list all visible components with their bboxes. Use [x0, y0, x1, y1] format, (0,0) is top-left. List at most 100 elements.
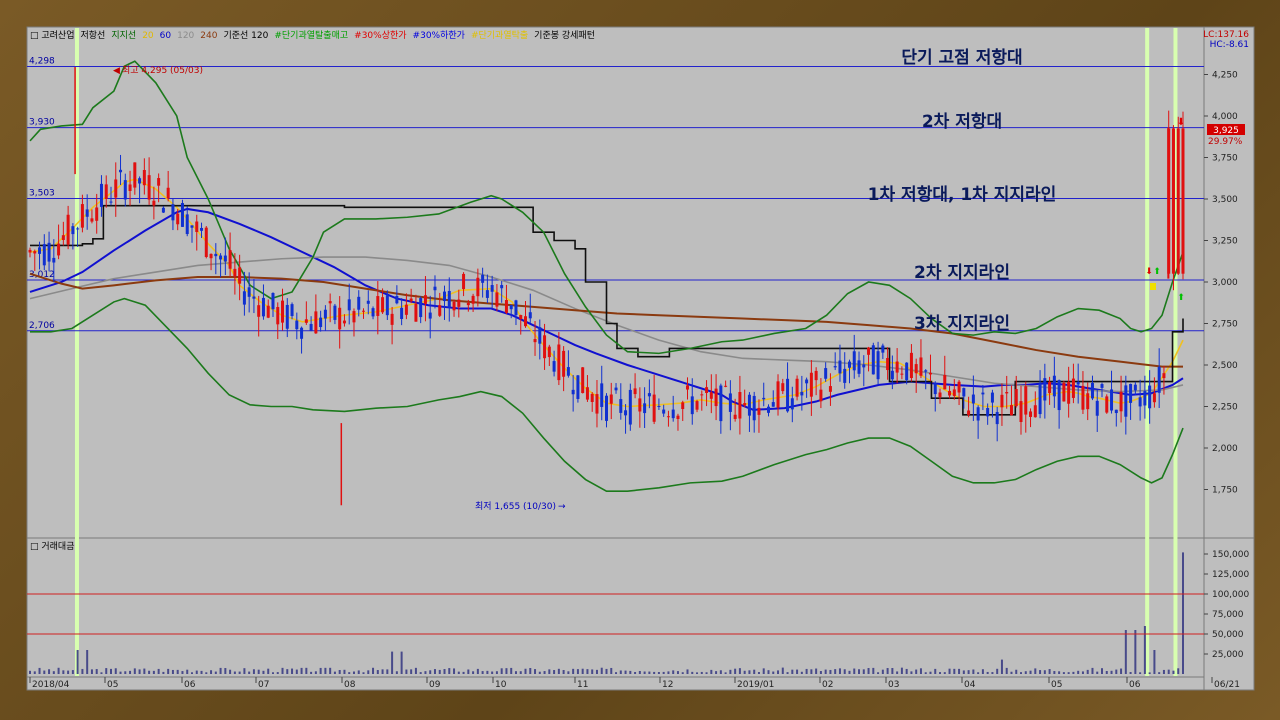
- volume-bar: [696, 672, 699, 674]
- current-price-value: 3,925: [1213, 126, 1239, 136]
- level-line-label: 3,503: [29, 189, 55, 199]
- volume-bar: [619, 670, 622, 674]
- volume-bar: [657, 672, 660, 674]
- candle-body: [862, 364, 866, 368]
- volume-bar: [495, 671, 498, 674]
- hc-value: HC:-8.61: [1210, 40, 1249, 50]
- candle-body: [905, 362, 909, 381]
- volume-bar: [114, 668, 117, 674]
- candle-body: [257, 305, 261, 317]
- volume-bar: [600, 667, 603, 674]
- volume-bar: [514, 671, 517, 674]
- volume-bar: [467, 669, 470, 674]
- candle-body: [1076, 381, 1080, 385]
- price-tick-label: 2,750: [1212, 320, 1238, 330]
- volume-bar: [205, 672, 208, 674]
- candle-body: [152, 200, 156, 206]
- candle-body: [700, 394, 704, 396]
- date-tick-label: 07: [258, 680, 269, 690]
- candle-body: [786, 378, 790, 412]
- price-tick-label: 4,250: [1212, 71, 1238, 81]
- volume-bar: [991, 672, 994, 674]
- volume-tick-label: 50,000: [1212, 630, 1244, 640]
- legend-item: 기준봉 강세패턴: [534, 30, 595, 41]
- volume-bar: [243, 668, 246, 674]
- lc-value: LC:137.16: [1203, 30, 1249, 40]
- volume-bar: [962, 670, 965, 674]
- volume-bar: [662, 671, 665, 674]
- volume-bar: [305, 667, 308, 674]
- candle-body: [705, 387, 709, 393]
- volume-bar: [90, 669, 93, 674]
- candle-body: [643, 403, 647, 414]
- volume-bar: [862, 669, 865, 674]
- candle-body: [762, 397, 766, 400]
- volume-bar: [1143, 626, 1146, 674]
- candle-body: [886, 357, 890, 371]
- candle-body: [662, 409, 666, 414]
- low-arrow-icon: →: [558, 502, 566, 512]
- volume-bar: [348, 672, 351, 674]
- volume-bar: [848, 670, 851, 674]
- candle-body: [247, 287, 251, 297]
- candle-body: [719, 385, 723, 422]
- volume-bar: [262, 670, 265, 674]
- volume-bar: [676, 671, 679, 674]
- volume-bar: [300, 667, 303, 674]
- price-tick-label: 4,000: [1212, 112, 1238, 122]
- candle-body: [847, 361, 851, 368]
- candle-body: [814, 370, 818, 381]
- candle-body: [666, 416, 670, 418]
- candle-body: [1057, 380, 1061, 411]
- candle-body: [766, 406, 770, 413]
- date-tick-label: 06: [1129, 680, 1141, 690]
- volume-bar: [319, 667, 322, 674]
- volume-bar: [638, 670, 641, 674]
- volume-bar: [1072, 671, 1075, 674]
- candle-body: [462, 273, 466, 290]
- volume-bar: [176, 669, 179, 674]
- candle-body: [600, 383, 604, 407]
- candle-body: [252, 296, 256, 299]
- volume-bar: [1162, 669, 1165, 674]
- volume-bar: [900, 667, 903, 674]
- candle-body: [538, 327, 542, 344]
- candle-body: [485, 290, 489, 298]
- volume-bar: [271, 672, 274, 674]
- candle-body: [624, 410, 628, 416]
- volume-bar: [1077, 670, 1080, 674]
- volume-bar: [534, 669, 537, 674]
- signal-arrow-down-icon: ⬇: [1177, 117, 1185, 128]
- legend-item: 저항선: [81, 30, 106, 41]
- volume-bar: [743, 670, 746, 674]
- volume-bar: [229, 669, 232, 674]
- candle-body: [1086, 393, 1090, 410]
- date-tick-label: 05: [107, 680, 118, 690]
- candle-body: [33, 251, 37, 254]
- volume-bar: [977, 672, 980, 674]
- candle-body: [1043, 378, 1047, 401]
- candle-body: [242, 291, 246, 305]
- candle-body: [471, 295, 475, 304]
- candle-body: [890, 370, 894, 380]
- volume-bar: [996, 668, 999, 674]
- candle-body: [952, 389, 956, 396]
- volume-bar: [967, 670, 970, 674]
- candle-body: [771, 402, 775, 407]
- volume-bar: [105, 668, 108, 674]
- candle-body: [566, 367, 570, 376]
- volume-bar: [1062, 672, 1065, 674]
- candle-body: [581, 367, 585, 394]
- candle-body: [733, 414, 737, 419]
- candle-body: [133, 162, 137, 188]
- volume-bar: [896, 671, 899, 674]
- volume-bar: [352, 671, 355, 674]
- candle-body: [466, 302, 470, 306]
- signal-arrow-up-icon: ⬆: [1153, 267, 1161, 277]
- candle-body: [414, 303, 418, 322]
- volume-bar: [543, 671, 546, 674]
- candle-body: [833, 366, 837, 368]
- volume-bar: [129, 670, 132, 674]
- volume-bar: [486, 670, 489, 674]
- candle-body: [605, 395, 608, 421]
